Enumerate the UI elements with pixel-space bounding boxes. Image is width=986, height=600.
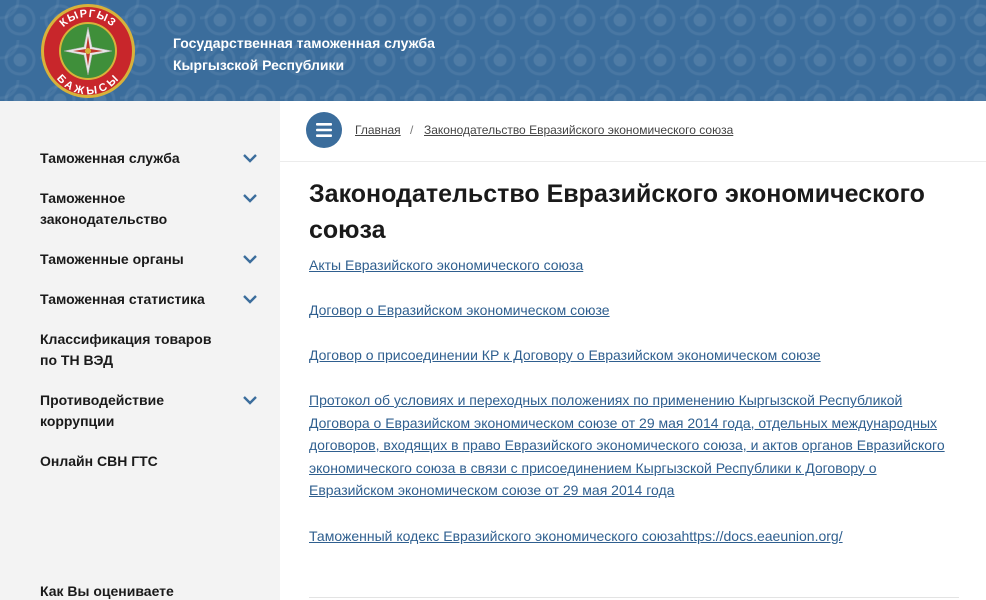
chevron-down-icon[interactable] <box>242 394 258 406</box>
doc-link-eaeu-acts[interactable]: Акты Евразийского экономического союза <box>309 254 959 277</box>
customs-emblem-logo[interactable]: КЫРГЫЗ БАЖЫСЫ <box>40 3 136 99</box>
chevron-down-icon[interactable] <box>242 152 258 164</box>
main-content: Главная / Законодательство Евразийского … <box>280 101 986 600</box>
page-title: Законодательство Евразийского экономичес… <box>309 180 925 244</box>
chevron-down-icon[interactable] <box>242 293 258 305</box>
sidebar-item-anti-corruption[interactable]: Противодействие коррупции <box>40 390 270 432</box>
site-title[interactable]: Государственная таможенная служба Кыргыз… <box>173 32 435 76</box>
sidebar-nav: Таможенная служба Таможенное законодател… <box>0 101 280 600</box>
chevron-down-icon[interactable] <box>242 192 258 204</box>
rating-prompt: Как Вы оцениваете <box>40 583 174 599</box>
doc-link-transition-protocol[interactable]: Протокол об условиях и переходных положе… <box>309 389 959 502</box>
breadcrumb: Главная / Законодательство Евразийского … <box>280 101 986 162</box>
breadcrumb-current-link[interactable]: Законодательство Евразийского экономичес… <box>424 123 733 137</box>
breadcrumb-separator: / <box>410 123 414 137</box>
doc-link-eaeu-treaty[interactable]: Договор о Евразийском экономическом союз… <box>309 299 959 322</box>
sidebar-item-customs-statistics[interactable]: Таможенная статистика <box>40 289 270 310</box>
site-title-line1: Государственная таможенная служба <box>173 35 435 51</box>
sidebar-item-label: Таможенные органы <box>40 251 184 267</box>
sidebar-item-customs-legislation[interactable]: Таможенное законодательство <box>40 188 270 230</box>
sidebar-item-label: Классификация товаров по ТН ВЭД <box>40 331 212 368</box>
menu-toggle-button[interactable] <box>306 112 342 148</box>
sidebar-item-label: Противодействие коррупции <box>40 392 164 429</box>
site-title-line2: Кыргызской Республики <box>173 57 345 73</box>
hamburger-icon <box>316 123 332 137</box>
sidebar-item-label: Таможенная статистика <box>40 291 205 307</box>
sidebar-item-label: Таможенная служба <box>40 150 180 166</box>
sidebar-item-customs-bodies[interactable]: Таможенные органы <box>40 249 270 270</box>
doc-link-eaeu-customs-code[interactable]: Таможенный кодекс Евразийского экономиче… <box>309 525 959 548</box>
breadcrumb-home-link[interactable]: Главная <box>355 123 401 137</box>
sidebar-item-goods-classification[interactable]: Классификация товаров по ТН ВЭД <box>40 329 270 371</box>
content-divider <box>309 597 959 598</box>
chevron-down-icon[interactable] <box>242 253 258 265</box>
sidebar-item-label: Онлайн СВН ГТС <box>40 453 158 469</box>
site-header: КЫРГЫЗ БАЖЫСЫ Государственная таможенная… <box>0 0 986 101</box>
sidebar-item-label: Таможенное законодательство <box>40 190 168 227</box>
doc-link-kr-accession-treaty[interactable]: Договор о присоединении КР к Договору о … <box>309 344 959 367</box>
sidebar-item-customs-service[interactable]: Таможенная служба <box>40 148 270 169</box>
sidebar-item-online-svn-gts[interactable]: Онлайн СВН ГТС <box>40 451 270 472</box>
